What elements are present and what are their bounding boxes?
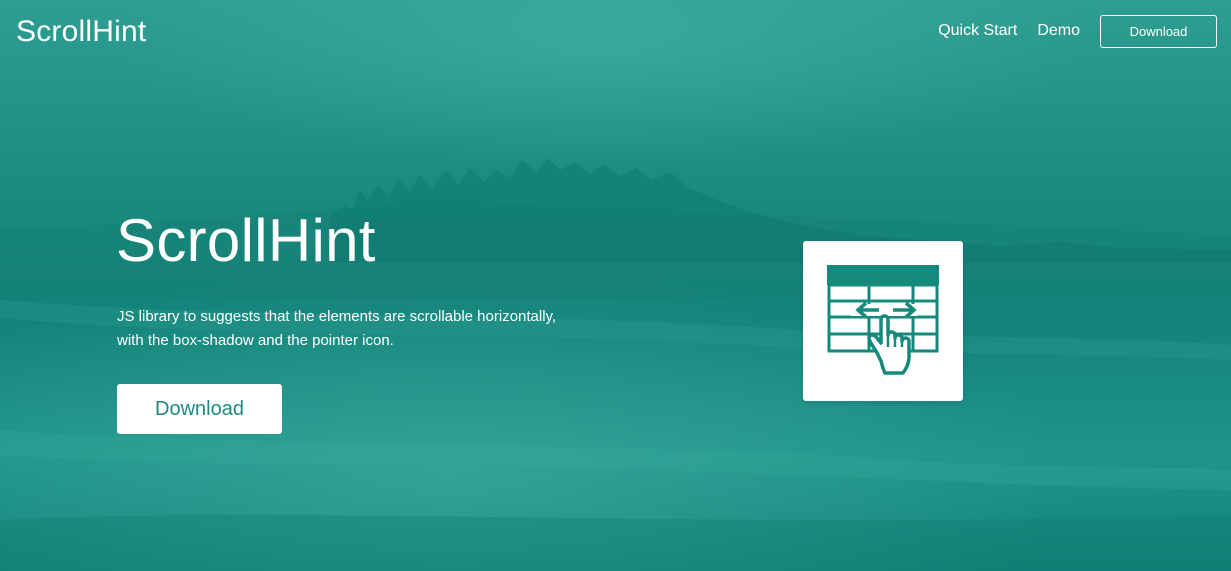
hero-download-button[interactable]: Download [117,384,282,434]
nav-brand[interactable]: ScrollHint [16,14,146,50]
hero-title: ScrollHint [116,207,376,274]
nav-link-quick-start[interactable]: Quick Start [938,14,1017,48]
hero-description: JS library to suggests that the elements… [117,308,557,349]
hero-section: ScrollHint Quick Start Demo Download Scr… [0,0,1231,571]
nav-link-demo[interactable]: Demo [1037,14,1080,48]
nav-download-button[interactable]: Download [1100,14,1217,48]
logo-card [803,241,963,401]
forest-background-image [0,158,1231,571]
table-scroll-pointer-icon [827,265,939,375]
nav-links: Quick Start Demo Download [938,14,1217,48]
